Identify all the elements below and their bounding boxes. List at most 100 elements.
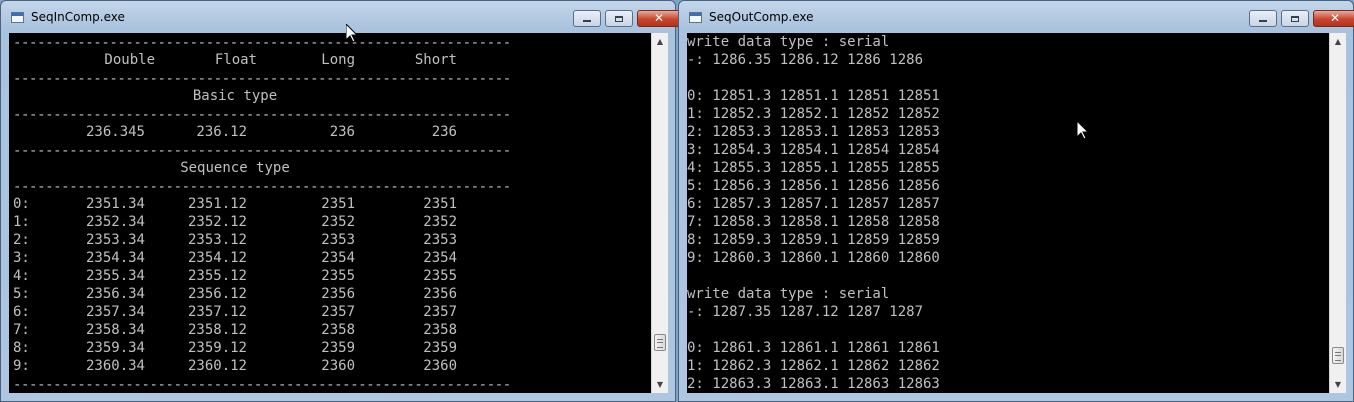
- value-cell: 2359.12: [187, 340, 247, 356]
- console-line: 9: 12860.3 12860.1 12860 12860: [687, 250, 940, 266]
- value-cell: 236.12: [196, 124, 247, 140]
- row-index: 9:: [13, 358, 30, 374]
- value-cell: 2352: [423, 214, 457, 230]
- value-cell: 2354: [423, 250, 457, 266]
- value-cell: 2357.12: [187, 304, 247, 320]
- vertical-scrollbar[interactable]: ▲ ▼: [1329, 33, 1346, 393]
- console-line: 1: 12862.3 12862.1 12862 12862: [687, 358, 940, 374]
- value-cell: 2355: [423, 268, 457, 284]
- row-index: 7:: [13, 322, 30, 338]
- maximize-button[interactable]: [605, 10, 633, 27]
- value-cell: 2354.12: [187, 250, 247, 266]
- minimize-button[interactable]: [573, 10, 601, 27]
- console-line: 7: 12858.3 12858.1 12858 12858: [687, 214, 940, 230]
- value-cell: 2360.12: [187, 358, 247, 374]
- scroll-up-arrow-icon[interactable]: ▲: [1330, 33, 1346, 50]
- value-cell: 2359: [321, 340, 355, 356]
- sequence-type-label: Sequence type: [180, 160, 290, 176]
- console-app-icon[interactable]: [11, 12, 24, 23]
- maximize-icon: [615, 16, 623, 22]
- separator-line: ----------------------------------------…: [13, 377, 511, 393]
- sequence-row: 9: 2360.34 2360.12 2360 2360: [9, 357, 469, 375]
- value-cell: 2357.34: [85, 304, 145, 320]
- console-line: -: 1286.35 1286.12 1286 1286: [687, 52, 924, 68]
- column-header: Short: [414, 52, 457, 68]
- title-bar[interactable]: SeqOutComp.exe ✕: [679, 1, 1354, 33]
- maximize-icon: [1291, 16, 1299, 22]
- vertical-scrollbar[interactable]: ▲ ▼: [651, 33, 668, 393]
- console-line: 2: 12863.3 12863.1 12863 12863: [687, 376, 940, 392]
- scroll-thumb[interactable]: [1332, 347, 1344, 364]
- value-cell: 2351.34: [85, 196, 145, 212]
- value-cell: 2358: [423, 322, 457, 338]
- console-line: write data type : serial: [687, 34, 890, 50]
- column-header: Long: [321, 52, 355, 68]
- value-cell: 2351: [321, 196, 355, 212]
- sequence-row: 7: 2358.34 2358.12 2358 2358: [9, 321, 469, 339]
- value-cell: 2351: [423, 196, 457, 212]
- row-index: 1:: [13, 214, 30, 230]
- row-index: 6:: [13, 304, 30, 320]
- scroll-up-arrow-icon[interactable]: ▲: [652, 33, 668, 50]
- sequence-row: 3: 2354.34 2354.12 2354 2354: [9, 249, 469, 267]
- title-bar[interactable]: SeqInComp.exe ✕: [1, 1, 681, 33]
- sequence-row: 2: 2353.34 2353.12 2353 2353: [9, 231, 469, 249]
- console-line: 3: 12854.3 12854.1 12854 12854: [687, 142, 940, 158]
- window-title: SeqInComp.exe: [31, 10, 125, 24]
- value-cell: 2359: [423, 340, 457, 356]
- column-header: Float: [214, 52, 257, 68]
- sequence-row: 0: 2351.34 2351.12 2351 2351: [9, 195, 469, 213]
- value-cell: 2358: [321, 322, 355, 338]
- value-cell: 2357: [423, 304, 457, 320]
- console-line: -: 1287.35 1287.12 1287 1287: [687, 304, 924, 320]
- value-cell: 2354: [321, 250, 355, 266]
- basic-values-row: 236.345 236.12 236 236: [9, 123, 469, 141]
- scroll-thumb[interactable]: [654, 334, 666, 351]
- maximize-button[interactable]: [1281, 10, 1309, 27]
- close-icon: ✕: [1329, 11, 1341, 25]
- seqoutcomp-window: SeqOutComp.exe ✕ write data type : seria…: [678, 0, 1354, 402]
- console-line: 0: 12861.3 12861.1 12861 12861: [687, 340, 940, 356]
- console-output[interactable]: write data type : serial -: 1286.35 1286.…: [687, 33, 1329, 393]
- minimize-icon: [583, 20, 591, 22]
- minimize-icon: [1259, 20, 1267, 22]
- console-line: 6: 12857.3 12857.1 12857 12857: [687, 196, 940, 212]
- value-cell: 2356.34: [85, 286, 145, 302]
- value-cell: 236: [431, 124, 457, 140]
- row-index: 4:: [13, 268, 30, 284]
- separator-line: ----------------------------------------…: [13, 179, 511, 195]
- value-cell: 236: [329, 124, 355, 140]
- window-title: SeqOutComp.exe: [709, 10, 814, 24]
- console-line: 2: 12853.3 12853.1 12853 12853: [687, 124, 940, 140]
- value-cell: 2352: [321, 214, 355, 230]
- sequence-row: 4: 2355.34 2355.12 2355 2355: [9, 267, 469, 285]
- value-cell: 2360: [423, 358, 457, 374]
- console-app-icon[interactable]: [689, 12, 702, 23]
- close-button[interactable]: ✕: [637, 10, 681, 27]
- value-cell: 2357: [321, 304, 355, 320]
- value-cell: 2356: [423, 286, 457, 302]
- basic-type-label: Basic type: [192, 88, 278, 104]
- value-cell: 236.345: [85, 124, 145, 140]
- value-cell: 2360: [321, 358, 355, 374]
- scroll-down-arrow-icon[interactable]: ▼: [652, 376, 668, 393]
- column-header: Double: [104, 52, 155, 68]
- separator-line: ----------------------------------------…: [13, 143, 511, 159]
- value-cell: 2353: [423, 232, 457, 248]
- row-index: 3:: [13, 250, 30, 266]
- minimize-button[interactable]: [1249, 10, 1277, 27]
- console-line: 8: 12859.3 12859.1 12859 12859: [687, 232, 940, 248]
- close-button[interactable]: ✕: [1313, 10, 1354, 27]
- value-cell: 2352.12: [187, 214, 247, 230]
- close-icon: ✕: [653, 11, 665, 25]
- row-index: 5:: [13, 286, 30, 302]
- value-cell: 2355: [321, 268, 355, 284]
- row-index: 0:: [13, 196, 30, 212]
- console-output[interactable]: ----------------------------------------…: [9, 33, 651, 393]
- column-header-row: Double Float Long Short: [9, 51, 469, 69]
- scroll-down-arrow-icon[interactable]: ▼: [1330, 376, 1346, 393]
- row-index: 2:: [13, 232, 30, 248]
- separator-line: ----------------------------------------…: [13, 71, 511, 87]
- sequence-row: 6: 2357.34 2357.12 2357 2357: [9, 303, 469, 321]
- value-cell: 2358.34: [85, 322, 145, 338]
